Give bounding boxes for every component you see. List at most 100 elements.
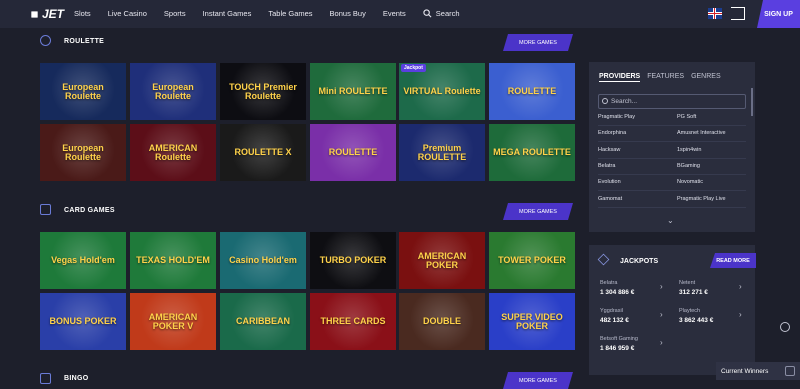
game-title: MEGA ROULETTE	[493, 147, 571, 157]
provider-search-placeholder: Search...	[611, 98, 638, 105]
game-title: AMERICAN POKER	[417, 250, 467, 270]
game-tile[interactable]: TURBO POKER	[310, 232, 396, 289]
toggle-icon[interactable]	[785, 366, 795, 376]
game-tile[interactable]: ROULETTE	[310, 124, 396, 181]
game-tile[interactable]: ROULETTE	[489, 63, 575, 120]
divider	[598, 157, 746, 159]
game-title: TEXAS HOLD'EM	[136, 255, 210, 265]
game-title: European Roulette	[62, 81, 104, 101]
provider-scrollbar[interactable]	[751, 88, 753, 116]
nav-item-live-casino[interactable]: Live Casino	[108, 9, 147, 18]
game-tile[interactable]: Premium ROULETTE	[399, 124, 485, 181]
support-chat-icon[interactable]	[780, 322, 790, 332]
provider-item[interactable]: Novomatic	[677, 179, 703, 185]
chevron-right-icon[interactable]: ›	[660, 338, 663, 347]
provider-item[interactable]: Hacksaw	[598, 147, 620, 153]
search-icon	[423, 9, 432, 18]
jackpot-badge: Jackpot	[401, 64, 426, 72]
game-tile[interactable]: TOUCH Premier Roulette	[220, 63, 306, 120]
read-more-button[interactable]: READ MORE	[710, 253, 756, 268]
game-tile[interactable]: Vegas Hold'em	[40, 232, 126, 289]
nav-item-events[interactable]: Events	[383, 9, 406, 18]
bingo-more-games-button[interactable]: MORE GAMES	[503, 372, 573, 389]
divider	[598, 125, 746, 126]
game-title: ROULETTE	[328, 147, 378, 157]
tab-genres[interactable]: GENRES	[691, 73, 721, 82]
game-title: AMERICAN Roulette	[148, 142, 198, 162]
chevron-down-icon[interactable]: ⌄	[667, 216, 674, 225]
provider-item[interactable]: BGaming	[677, 163, 700, 169]
jackpot-provider-name: Playtech	[679, 308, 701, 314]
nav-item-table-games[interactable]: Table Games	[268, 9, 312, 18]
divider	[598, 206, 746, 208]
language-flag-icon[interactable]	[708, 8, 722, 19]
game-tile[interactable]: Mini ROULETTE	[310, 63, 396, 120]
game-tile[interactable]: TOWER POKER	[489, 232, 575, 289]
provider-item[interactable]: PG Soft	[677, 114, 696, 120]
game-tile[interactable]: THREE CARDS	[310, 293, 396, 350]
game-tile[interactable]: European Roulette	[40, 124, 126, 181]
current-winners-widget[interactable]: Current Winners	[716, 362, 800, 380]
section-title-roulette: ROULETTE	[64, 38, 105, 45]
roulette-more-games-button[interactable]: MORE GAMES	[503, 34, 573, 51]
divider	[598, 190, 746, 192]
chevron-right-icon[interactable]: ›	[739, 282, 742, 291]
game-tile[interactable]: TEXAS HOLD'EM	[130, 232, 216, 289]
jackpot-provider-name: Betsoft Gaming	[600, 336, 638, 342]
game-title: TOWER POKER	[498, 255, 566, 265]
game-tile[interactable]: DOUBLE	[399, 293, 485, 350]
game-tile[interactable]: Casino Hold'em	[220, 232, 306, 289]
logo-diamond-icon	[28, 8, 41, 21]
divider	[598, 173, 746, 175]
game-tile[interactable]: AMERICAN Roulette	[130, 124, 216, 181]
top-navigation-bar: JET Slots Live Casino Sports Instant Gam…	[0, 0, 800, 28]
game-title: AMERICAN POKER V	[148, 311, 198, 331]
nav-item-sports[interactable]: Sports	[164, 9, 186, 18]
provider-item[interactable]: Endorphina	[598, 130, 626, 136]
provider-item[interactable]: Amusnet Interactive	[677, 130, 726, 136]
game-tile[interactable]: AMERICAN POKER V	[130, 293, 216, 350]
game-tile[interactable]: VIRTUAL Roulette Jackpot	[399, 63, 485, 120]
chevron-right-icon[interactable]: ›	[660, 282, 663, 291]
game-title: THREE CARDS	[320, 316, 386, 326]
main-nav: Slots Live Casino Sports Instant Games T…	[74, 9, 494, 18]
provider-item[interactable]: Pragmatic Play Live	[677, 196, 726, 202]
signup-button[interactable]: SIGN UP	[757, 0, 800, 28]
nav-item-slots[interactable]: Slots	[74, 9, 91, 18]
provider-item[interactable]: Pragmatic Play	[598, 114, 635, 120]
game-tile[interactable]: AMERICAN POKER	[399, 232, 485, 289]
jackpot-amount: 1 304 886 €	[600, 289, 635, 296]
nav-search[interactable]: Search	[423, 9, 477, 18]
nav-item-instant-games[interactable]: Instant Games	[203, 9, 252, 18]
divider	[598, 141, 746, 143]
game-title: BONUS POKER	[49, 316, 117, 326]
nav-item-bonus-buy[interactable]: Bonus Buy	[330, 9, 366, 18]
jackpots-title: JACKPOTS	[620, 258, 659, 265]
site-logo[interactable]: JET	[30, 7, 64, 21]
cards-icon	[40, 204, 51, 215]
provider-item[interactable]: Evolution	[598, 179, 621, 185]
chevron-right-icon[interactable]: ›	[739, 310, 742, 319]
provider-search-input[interactable]: Search...	[598, 94, 746, 109]
game-title: SUPER VIDEO POKER	[501, 311, 563, 331]
section-title-card-games: CARD GAMES	[64, 207, 115, 214]
tab-providers[interactable]: PROVIDERS	[599, 73, 641, 82]
provider-item[interactable]: Belatra	[598, 163, 615, 169]
card-games-more-games-button[interactable]: MORE GAMES	[503, 203, 573, 220]
provider-item[interactable]: Gamomat	[598, 196, 622, 202]
game-tile[interactable]: ROULETTE X	[220, 124, 306, 181]
game-tile[interactable]: CARIBBEAN	[220, 293, 306, 350]
game-title: Premium ROULETTE	[417, 142, 467, 162]
provider-item[interactable]: 1spin4win	[677, 147, 701, 153]
current-winners-label: Current Winners	[721, 367, 769, 375]
chevron-right-icon[interactable]: ›	[660, 310, 663, 319]
tab-features[interactable]: FEATURES	[647, 73, 684, 82]
game-tile[interactable]: BONUS POKER	[40, 293, 126, 350]
game-tile[interactable]: European Roulette	[130, 63, 216, 120]
roulette-icon	[40, 35, 51, 46]
game-tile[interactable]: SUPER VIDEO POKER	[489, 293, 575, 350]
game-tile[interactable]: European Roulette	[40, 63, 126, 120]
login-icon[interactable]	[731, 7, 745, 20]
jackpot-provider-name: Netent	[679, 280, 696, 286]
game-tile[interactable]: MEGA ROULETTE	[489, 124, 575, 181]
